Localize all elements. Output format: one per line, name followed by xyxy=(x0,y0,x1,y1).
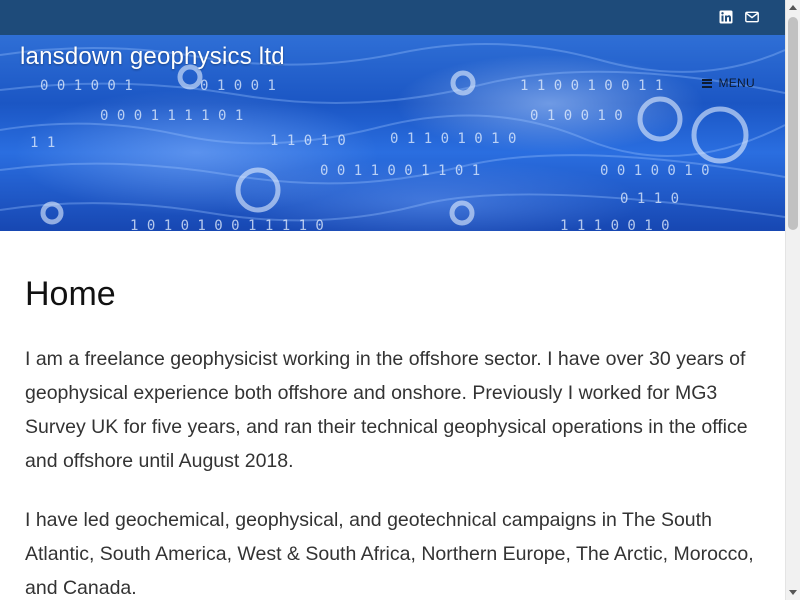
svg-text:1 1 0 1 0: 1 1 0 1 0 xyxy=(270,133,346,149)
svg-text:1 1 0 0 1 0 0 1 1: 1 1 0 0 1 0 0 1 1 xyxy=(520,78,663,94)
svg-text:1 1 1 0 0 1 0: 1 1 1 0 0 1 0 xyxy=(560,218,670,231)
menu-label: MENU xyxy=(718,76,755,90)
svg-text:0 1 1 0 1 0 1 0: 0 1 1 0 1 0 1 0 xyxy=(390,131,516,147)
svg-text:0 0 1 1 0 0 1 1 0 1: 0 0 1 1 0 0 1 1 0 1 xyxy=(320,163,480,179)
svg-text:0 1 1 0: 0 1 1 0 xyxy=(620,191,679,207)
svg-text:1 0 1 0 1 0 0 1 1 1 1 0: 1 0 1 0 1 0 0 1 1 1 1 0 xyxy=(130,218,324,231)
intro-paragraph: I am a freelance geophysicist working in… xyxy=(25,348,748,472)
header-banner: 0 0 1 0 0 1 0 0 0 1 1 1 1 0 1 1 1 1 1 0 … xyxy=(0,35,785,231)
svg-text:0 1 0 0 1: 0 1 0 0 1 xyxy=(200,78,276,94)
menu-button[interactable]: MENU xyxy=(702,76,755,90)
envelope-icon[interactable] xyxy=(745,10,759,24)
hamburger-icon xyxy=(702,78,713,88)
campaigns-paragraph: I have led geochemical, geophysical, and… xyxy=(25,509,754,599)
svg-text:0 1 0 0 1 0: 0 1 0 0 1 0 xyxy=(530,108,623,124)
scrollbar-thumb[interactable] xyxy=(788,17,798,230)
main-content: Home I am a freelance geophysicist worki… xyxy=(25,273,765,600)
svg-text:0 0 1 0 0 1 0: 0 0 1 0 0 1 0 xyxy=(600,163,710,179)
svg-text:0 0 0 1 1 1 1 0 1: 0 0 0 1 1 1 1 0 1 xyxy=(100,108,243,124)
site-title[interactable]: lansdown geophysics ltd xyxy=(20,43,285,71)
linkedin-icon[interactable] xyxy=(719,10,733,24)
svg-text:1 1: 1 1 xyxy=(30,135,55,151)
page-scrollbar[interactable] xyxy=(785,0,800,600)
page-title: Home xyxy=(25,275,116,313)
top-bar xyxy=(0,0,785,35)
page: 0 0 1 0 0 1 0 0 0 1 1 1 1 0 1 1 1 1 1 0 … xyxy=(0,0,785,600)
scroll-up-arrow-icon[interactable] xyxy=(789,5,797,10)
svg-text:0 0 1 0 0 1: 0 0 1 0 0 1 xyxy=(40,78,133,94)
social-links xyxy=(719,10,759,24)
scroll-down-arrow-icon[interactable] xyxy=(789,590,797,595)
